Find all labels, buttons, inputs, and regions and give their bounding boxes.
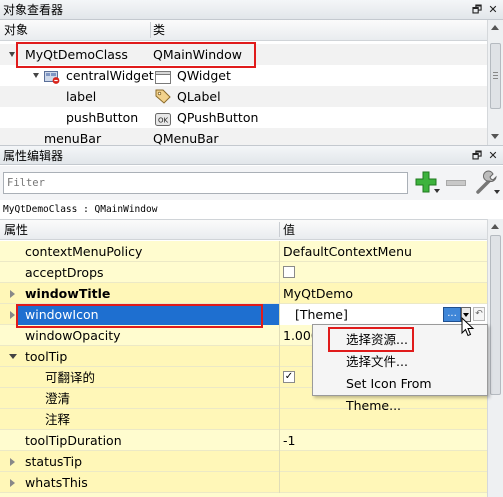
close-dock-icon[interactable]: ✕: [487, 149, 499, 162]
tree-row[interactable]: pushButton OK QPushButton: [0, 107, 487, 128]
object-tree-scrollbar[interactable]: [487, 20, 503, 145]
object-inspector-title: 对象查看器: [3, 3, 64, 17]
property-name: 可翻译的: [45, 370, 96, 385]
property-value[interactable]: DefaultContextMenu: [280, 241, 487, 262]
property-name: whatsThis: [25, 475, 88, 490]
property-toolbar: [0, 166, 503, 200]
property-row[interactable]: whatsThis: [0, 472, 487, 493]
expand-arrow-icon[interactable]: [33, 73, 39, 78]
add-property-icon[interactable]: [414, 170, 440, 194]
translatable-checkbox[interactable]: ✓: [283, 371, 295, 383]
property-name: statusTip: [25, 454, 83, 469]
tree-row[interactable]: centralWidget QWidget: [0, 65, 487, 86]
configure-wrench-icon[interactable]: [474, 170, 500, 196]
object-inspector-title-bar: 对象查看器 🗗 ✕: [0, 0, 503, 20]
icon-value-editor[interactable]: [Theme] ... ↶: [280, 304, 487, 325]
column-header-value[interactable]: 值: [283, 220, 295, 241]
property-row[interactable]: acceptDrops: [0, 262, 487, 283]
push-button-icon: OK: [155, 111, 171, 126]
expand-arrow-icon[interactable]: [10, 311, 15, 319]
filter-input[interactable]: [3, 172, 408, 194]
column-separator: [150, 22, 151, 38]
close-dock-icon[interactable]: ✕: [487, 3, 499, 16]
object-class: QPushButton: [177, 110, 259, 125]
remove-property-icon[interactable]: [446, 180, 466, 186]
property-grid-header: 属性 值: [0, 219, 487, 240]
property-name: toolTipDuration: [25, 433, 122, 448]
layout-widget-icon: [44, 69, 60, 84]
menu-item-choose-file[interactable]: 选择文件...: [316, 351, 484, 373]
column-separator: [279, 222, 280, 237]
annotation-highlight-box: [16, 42, 256, 68]
object-name: label: [66, 89, 97, 104]
property-row[interactable]: toolTipDuration -1: [0, 430, 487, 451]
object-context-label: MyQtDemoClass : QMainWindow: [0, 200, 503, 219]
label-tag-icon: [155, 89, 171, 104]
object-tree-header: 对象 类: [0, 20, 487, 41]
scroll-up-arrow-icon[interactable]: [491, 25, 499, 30]
annotation-highlight-box: [328, 327, 414, 352]
column-header-property[interactable]: 属性: [4, 220, 28, 241]
dropdown-arrow-icon[interactable]: [494, 190, 500, 194]
tree-row[interactable]: label QLabel: [0, 86, 487, 107]
property-name: contextMenuPolicy: [25, 244, 143, 259]
object-class: QMenuBar: [153, 131, 219, 145]
tree-row[interactable]: menuBar QMenuBar: [0, 128, 487, 145]
property-value[interactable]: -1: [280, 430, 487, 451]
scroll-down-arrow-icon[interactable]: [491, 134, 499, 139]
property-row[interactable]: contextMenuPolicy DefaultContextMenu: [0, 241, 487, 262]
ellipsis-button[interactable]: ...: [443, 307, 461, 322]
accept-drops-checkbox[interactable]: [283, 266, 295, 278]
float-dock-icon[interactable]: 🗗: [471, 3, 483, 16]
column-header-object[interactable]: 对象: [4, 20, 28, 41]
property-row[interactable]: statusTip: [0, 451, 487, 472]
property-name: 澄清: [45, 391, 71, 406]
property-value: [Theme]: [295, 307, 348, 322]
property-value[interactable]: MyQtDemo: [280, 283, 487, 304]
svg-text:OK: OK: [158, 117, 169, 125]
property-editor-title-bar: 属性编辑器 🗗 ✕: [0, 145, 503, 165]
object-name: menuBar: [44, 131, 102, 145]
property-name: toolTip: [25, 349, 68, 364]
property-row[interactable]: 注释: [0, 409, 487, 430]
property-name: acceptDrops: [25, 265, 104, 280]
menu-item-set-icon-from-theme[interactable]: Set Icon From Theme...: [316, 373, 484, 413]
annotation-highlight-box: [16, 304, 263, 328]
column-header-class[interactable]: 类: [153, 20, 165, 41]
expand-arrow-icon[interactable]: [9, 52, 15, 57]
dropdown-arrow-icon[interactable]: [434, 189, 440, 193]
scrollbar-thumb[interactable]: [490, 235, 501, 395]
object-name: pushButton: [66, 110, 139, 125]
property-name: windowOpacity: [25, 328, 121, 343]
widget-icon: [155, 69, 171, 84]
property-grid-scrollbar[interactable]: [487, 219, 503, 497]
scroll-up-arrow-icon[interactable]: [491, 224, 499, 229]
scrollbar-thumb[interactable]: [490, 43, 501, 109]
float-dock-icon[interactable]: 🗗: [471, 149, 483, 162]
object-name: centralWidget: [66, 68, 154, 83]
property-name: windowTitle: [25, 286, 111, 301]
mouse-cursor-icon: [461, 316, 475, 337]
property-name: 注释: [45, 412, 71, 427]
property-row[interactable]: windowTitle MyQtDemo: [0, 283, 487, 304]
property-editor-title: 属性编辑器: [3, 149, 64, 163]
object-class: QLabel: [177, 89, 221, 104]
object-class: QWidget: [177, 68, 231, 83]
